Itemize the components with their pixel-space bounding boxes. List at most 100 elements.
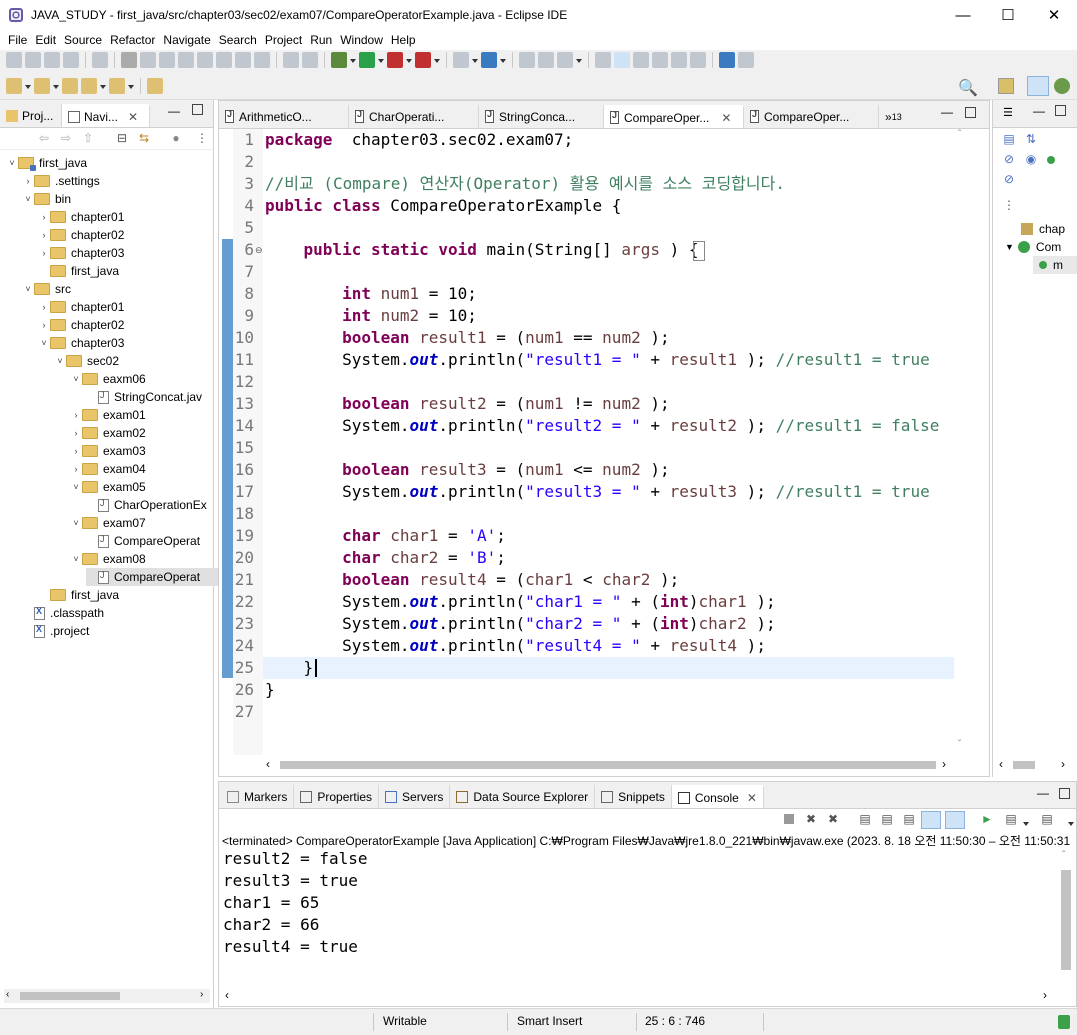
collapse-all-icon[interactable]: ⊟ (114, 131, 130, 147)
code-line[interactable]: System.out.println("char2 = " + (int)cha… (265, 613, 776, 635)
outline-horizontal-scrollbar[interactable]: ‹ › (995, 757, 1075, 773)
code-line[interactable]: public static void main(String[] args ) … (265, 239, 699, 261)
terminal-icon[interactable] (63, 52, 79, 68)
alphabetical-icon[interactable]: ⇅ (1023, 132, 1039, 148)
tree-item[interactable]: › exam03 (70, 442, 146, 460)
bottom-tab[interactable]: Markers (221, 785, 295, 808)
editor-tab[interactable]: CharOperati... (349, 105, 479, 128)
paragraph-icon[interactable] (690, 52, 706, 68)
filters-icon[interactable]: ● (168, 131, 184, 147)
drop-to-frame-icon[interactable] (254, 52, 270, 68)
minimize-view-icon[interactable]: — (1037, 786, 1049, 800)
progress-icon[interactable] (1058, 1015, 1070, 1029)
tree-item[interactable]: ˅ exam05 (70, 478, 145, 496)
scroll-down-icon[interactable]: ˇ (958, 739, 961, 750)
outline-item-class[interactable]: ▼ Com (1005, 238, 1061, 256)
scroll-right-icon[interactable]: › (200, 989, 203, 1000)
suspend-icon[interactable] (140, 52, 156, 68)
link-editor-icon[interactable]: ⇆ (136, 131, 152, 147)
bottom-tab[interactable]: Data Source Explorer (450, 785, 596, 808)
code-line[interactable]: } (265, 657, 314, 679)
search-icon[interactable]: 🔍 (958, 78, 978, 98)
dropdown-arrow-icon[interactable] (576, 56, 582, 64)
chevron-down-icon[interactable]: ˅ (22, 194, 34, 204)
editor-tab[interactable]: CompareOper...✕ (604, 105, 744, 128)
show-whitespace-icon[interactable] (671, 52, 687, 68)
sort-icon[interactable]: ▤ (1001, 132, 1017, 148)
chevron-down-icon[interactable]: ˅ (54, 356, 66, 366)
bottom-tab[interactable]: Servers (379, 785, 451, 808)
tree-item[interactable]: ˅ sec02 (54, 352, 119, 370)
chevron-down-icon[interactable]: ˅ (70, 518, 82, 528)
status-cursor-position[interactable]: 25 : 6 : 746 (645, 1014, 705, 1028)
outline-tab-icon[interactable]: ☰ (1003, 106, 1013, 119)
tree-item[interactable]: .classpath (22, 604, 104, 622)
menu-source[interactable]: Source (60, 33, 106, 47)
tree-item[interactable]: › chapter01 (38, 298, 125, 316)
pin-console-icon[interactable]: ► (979, 812, 995, 828)
chevron-down-icon[interactable]: ˅ (70, 482, 82, 492)
toggle-mark-icon[interactable] (302, 52, 318, 68)
tree-item[interactable]: ˅ exam07 (70, 514, 145, 532)
show-stderr-icon[interactable] (945, 811, 965, 829)
chevron-down-icon[interactable]: ˅ (6, 158, 18, 168)
resume-icon[interactable] (121, 52, 137, 68)
open-block-icon[interactable] (652, 52, 668, 68)
code-line[interactable]: boolean result1 = (num1 == num2 ); (265, 327, 670, 349)
menu-window[interactable]: Window (336, 33, 387, 47)
code-line[interactable]: boolean result2 = (num1 != num2 ); (265, 393, 670, 415)
chevron-right-icon[interactable]: › (38, 230, 50, 240)
dropdown-arrow-icon[interactable] (406, 56, 412, 64)
next-edit-icon[interactable] (6, 78, 22, 94)
tree-item[interactable]: CompareOperat (86, 532, 200, 550)
menu-search[interactable]: Search (215, 33, 261, 47)
view-menu-icon[interactable]: ⋮ (1001, 198, 1017, 214)
maximize-button[interactable]: ☐ (985, 0, 1031, 30)
hide-static-icon[interactable]: ◉ (1023, 152, 1039, 168)
dropdown-arrow-icon[interactable] (472, 56, 478, 64)
code-line[interactable]: public class CompareOperatorExample { (265, 195, 621, 217)
open-type-icon[interactable] (519, 52, 535, 68)
menu-refactor[interactable]: Refactor (106, 33, 159, 47)
chevron-right-icon[interactable]: › (70, 410, 82, 420)
editor-tab[interactable]: CompareOper... (744, 105, 879, 128)
debug-icon[interactable] (331, 52, 347, 68)
search-file-icon[interactable] (557, 52, 573, 68)
menu-navigate[interactable]: Navigate (159, 33, 214, 47)
minimize-view-icon[interactable]: — (941, 105, 953, 119)
tab-project-explorer[interactable]: Proj... (0, 104, 62, 127)
code-line[interactable]: System.out.println("result2 = " + result… (265, 415, 939, 437)
tree-item[interactable]: › .settings (22, 172, 100, 190)
tree-item[interactable]: CompareOperat (86, 568, 221, 586)
code-line[interactable]: package chapter03.sec02.exam07; (265, 129, 573, 151)
tree-item[interactable]: ˅ chapter03 (38, 334, 124, 352)
scroll-left-icon[interactable]: ‹ (6, 989, 9, 1000)
scroll-right-icon[interactable]: › (942, 757, 946, 771)
disconnect-icon[interactable] (178, 52, 194, 68)
chevron-right-icon[interactable]: › (22, 176, 34, 186)
terminate-icon[interactable] (159, 52, 175, 68)
forward-icon[interactable] (109, 78, 125, 94)
step-into-icon[interactable] (197, 52, 213, 68)
menu-edit[interactable]: Edit (31, 33, 60, 47)
tree-item[interactable]: first_java (38, 586, 119, 604)
highlight-icon[interactable] (614, 52, 630, 68)
code-line[interactable]: int num2 = 10; (265, 305, 477, 327)
scrollbar-thumb[interactable] (280, 761, 936, 769)
menu-file[interactable]: File (4, 33, 31, 47)
chevron-right-icon[interactable]: › (38, 320, 50, 330)
tree-item[interactable]: › chapter02 (38, 226, 125, 244)
scroll-right-icon[interactable]: › (1043, 988, 1047, 1002)
prev-edit-icon[interactable] (34, 78, 50, 94)
tree-item[interactable]: › exam01 (70, 406, 146, 424)
horizontal-scrollbar[interactable]: ‹ › (4, 989, 210, 1003)
tree-item[interactable]: › exam04 (70, 460, 146, 478)
step-return-icon[interactable] (235, 52, 251, 68)
menu-help[interactable]: Help (387, 33, 420, 47)
open-task-icon[interactable] (538, 52, 554, 68)
status-insert-mode[interactable]: Smart Insert (517, 1014, 582, 1028)
chevron-right-icon[interactable]: › (70, 428, 82, 438)
chevron-right-icon[interactable]: › (38, 302, 50, 312)
run-icon[interactable] (359, 52, 375, 68)
save-icon[interactable] (25, 52, 41, 68)
